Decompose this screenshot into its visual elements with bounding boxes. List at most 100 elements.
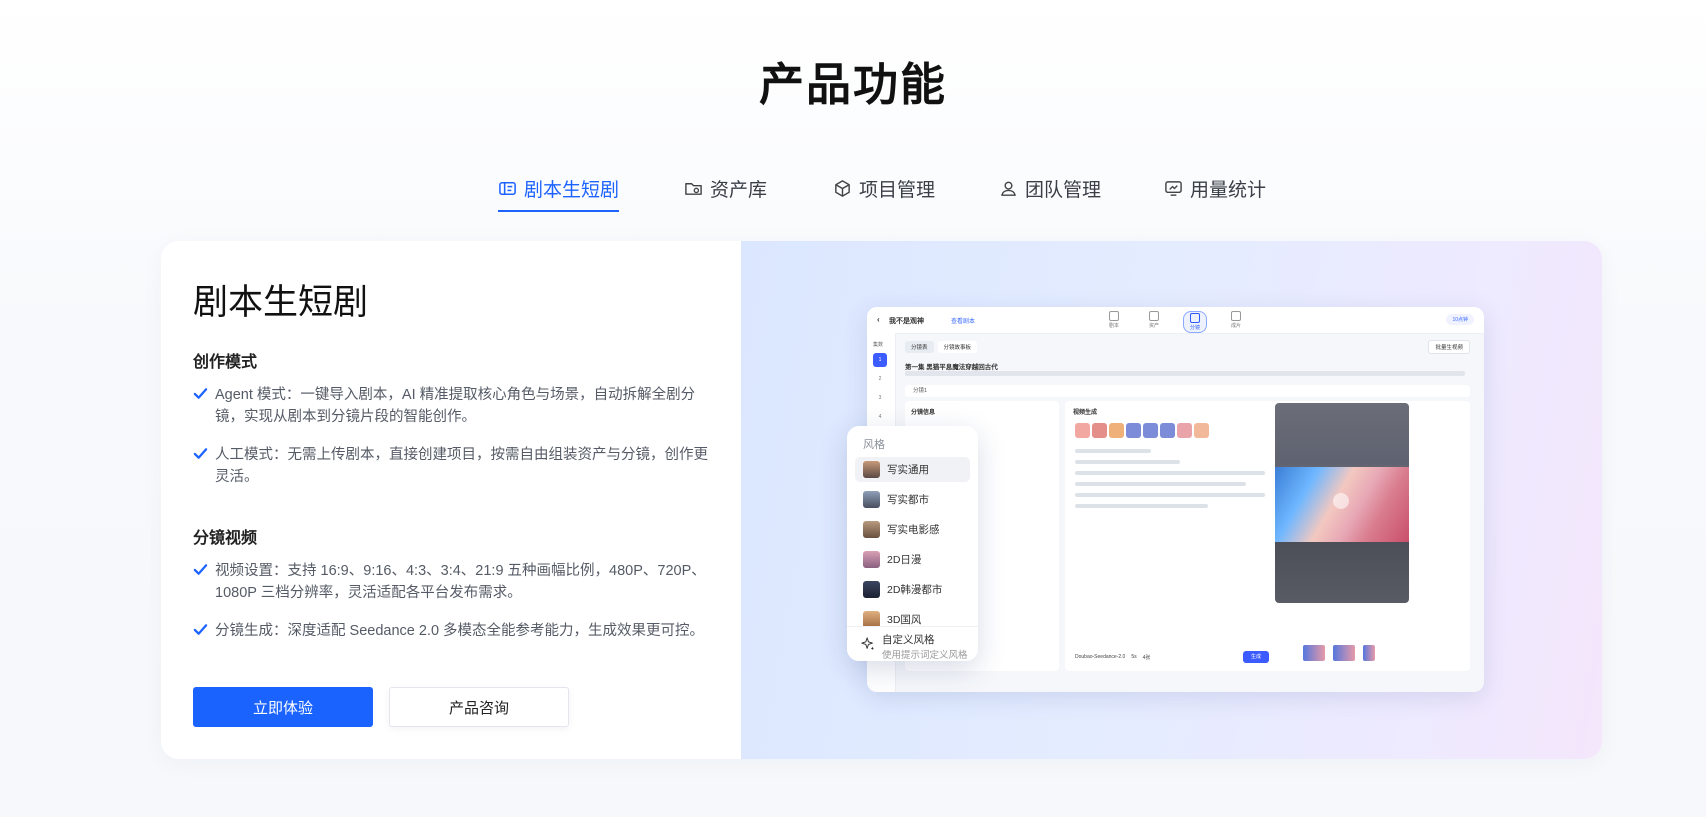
- generation-settings: Doubao-Seedance-2.0 5s 4张 生成: [1075, 651, 1275, 663]
- style-option-label: 3D国风: [887, 614, 922, 626]
- style-thumbnail: [863, 461, 880, 478]
- sub-tabs: 分镜表 分镜故事板: [905, 341, 978, 353]
- style-thumbnail: [863, 491, 880, 508]
- video-thumbnails: [1303, 645, 1375, 661]
- tab-label: 剧本生短剧: [524, 179, 620, 201]
- thumbnail: [1363, 645, 1375, 661]
- product-preview: ‹ 我不是观神 查看剧本 剧本 资产 分镜 成片 10点钟 集数 1 2 3 4…: [741, 241, 1602, 759]
- sub-tab-storyboard-board: 分镜故事板: [937, 341, 978, 353]
- feature-heading: 剧本生短剧: [193, 283, 369, 323]
- step-label: 成片: [1230, 323, 1241, 329]
- episode-item: 1: [873, 353, 887, 367]
- batch-video-button: 批量生视频: [1428, 340, 1470, 354]
- section-title-creation-mode: 创作模式: [193, 354, 258, 371]
- image-count: 4张: [1142, 654, 1151, 661]
- time-badge: 10点钟: [1446, 314, 1474, 325]
- sparkle-icon: [861, 637, 875, 651]
- app-header: ‹ 我不是观神 查看剧本 剧本 资产 分镜 成片 10点钟: [867, 307, 1484, 334]
- style-option-label: 写实通用: [887, 464, 929, 476]
- step-label: 分镜: [1189, 325, 1200, 331]
- custom-style-title: 自定义风格: [882, 634, 935, 646]
- avatar: [1194, 423, 1209, 438]
- tab-label: 资产库: [710, 179, 768, 201]
- tab-asset-library[interactable]: 资产库: [684, 168, 767, 208]
- feature-item: 视频设置：支持 16:9、9:16、4:3、3:4、21:9 五种画幅比例，48…: [193, 560, 713, 604]
- feature-tabs: 剧本生短剧 资产库 项目管理 团队管理 用量统计: [0, 168, 1706, 212]
- project-name: 我不是观神: [889, 318, 924, 325]
- step-icon: [1190, 313, 1200, 323]
- feature-item: Agent 模式：一键导入剧本，AI 精准提取核心角色与场景，自动拆解全剧分镜，…: [193, 384, 713, 428]
- tab-label: 用量统计: [1190, 179, 1267, 201]
- user-icon: [1001, 181, 1016, 196]
- custom-style-hint: 使用提示词定义风格: [882, 650, 968, 661]
- tab-label: 团队管理: [1025, 179, 1102, 201]
- panel-title: 视频生成: [1073, 410, 1098, 416]
- feature-card: 剧本生短剧 创作模式 Agent 模式：一键导入剧本，AI 精准提取核心角色与场…: [161, 241, 1602, 759]
- custom-style-option: 自定义风格 使用提示词定义风格: [847, 626, 978, 661]
- feature-item-text: Agent 模式：一键导入剧本，AI 精准提取核心角色与场景，自动拆解全剧分镜，…: [215, 387, 696, 425]
- episode-description: [905, 371, 1465, 376]
- step-script: 剧本: [1103, 311, 1125, 333]
- feature-description: 剧本生短剧 创作模式 Agent 模式：一键导入剧本，AI 精准提取核心角色与场…: [161, 241, 741, 759]
- avatar: [1126, 423, 1141, 438]
- app-workspace: 分镜表 分镜故事板 批量生视频 第一集 黑猫平息魔法穿越回古代 分镜1 分镜信息…: [895, 333, 1484, 692]
- episode-item: 2: [878, 376, 882, 382]
- shot-bar: 分镜1: [905, 385, 1470, 397]
- back-arrow-icon: ‹: [877, 315, 880, 324]
- section-title-storyboard-video: 分镜视频: [193, 530, 258, 547]
- step-label: 资产: [1148, 323, 1159, 329]
- episode-item: 4: [878, 414, 882, 420]
- style-option-label: 2D韩漫都市: [887, 584, 943, 596]
- episode-label: 集数: [873, 342, 884, 348]
- prompt-text: [1075, 449, 1265, 515]
- episode-title: 第一集 黑猫平息魔法穿越回古代: [905, 364, 998, 371]
- tab-project-management[interactable]: 项目管理: [833, 168, 935, 208]
- style-option-label: 写实电影感: [887, 524, 940, 536]
- style-thumbnail: [863, 551, 880, 568]
- step-icon: [1109, 311, 1119, 321]
- duration: 5s: [1131, 654, 1137, 660]
- avatar: [1160, 423, 1175, 438]
- tab-label: 项目管理: [859, 179, 936, 201]
- tab-team-management[interactable]: 团队管理: [999, 168, 1101, 208]
- avatar: [1092, 423, 1107, 438]
- thumbnail: [1303, 645, 1325, 661]
- check-icon: [193, 624, 208, 635]
- style-option: 2D日漫: [855, 547, 970, 572]
- style-option: 写实通用: [855, 457, 970, 482]
- play-icon: [1333, 493, 1349, 509]
- style-option: 写实电影感: [855, 517, 970, 542]
- view-script-tag: 查看剧本: [951, 319, 976, 325]
- tab-script-drama[interactable]: 剧本生短剧: [498, 168, 620, 212]
- thumbnail: [1333, 645, 1355, 661]
- video-generation-panel: 视频生成 Doubao-Seedance-2.0 5s 4张 生成: [1065, 401, 1470, 671]
- check-icon: [193, 564, 208, 575]
- reference-avatars: [1075, 423, 1209, 438]
- feature-item-text: 人工模式：无需上传剧本，直接创建项目，按需自由组装资产与分镜，创作更灵活。: [215, 447, 708, 485]
- page-title: 产品功能: [758, 58, 947, 111]
- avatar: [1143, 423, 1158, 438]
- feature-item-text: 视频设置：支持 16:9、9:16、4:3、3:4、21:9 五种画幅比例，48…: [215, 563, 706, 601]
- panel-title: 分镜信息: [911, 410, 936, 416]
- feature-item: 人工模式：无需上传剧本，直接创建项目，按需自由组装资产与分镜，创作更灵活。: [193, 444, 713, 488]
- generate-button: 生成: [1243, 651, 1269, 663]
- try-now-button[interactable]: 立即体验: [193, 687, 373, 727]
- style-option: 2D韩漫都市: [855, 577, 970, 602]
- style-dropdown: 风格 写实通用 写实都市 写实电影感 2D日漫 2D韩漫都市 3D国风 自定义风…: [847, 426, 978, 661]
- video-preview: [1275, 403, 1409, 603]
- step-storyboard: 分镜: [1183, 311, 1207, 333]
- check-icon: [193, 388, 208, 399]
- script-icon: [499, 181, 516, 195]
- check-icon: [193, 448, 208, 459]
- step-label: 剧本: [1108, 323, 1119, 329]
- style-thumbnail: [863, 581, 880, 598]
- avatar: [1109, 423, 1124, 438]
- product-consult-button[interactable]: 产品咨询: [389, 687, 569, 727]
- cube-icon: [835, 179, 850, 197]
- style-option-label: 2D日漫: [887, 554, 922, 566]
- avatar: [1177, 423, 1192, 438]
- step-assets: 资产: [1143, 311, 1165, 333]
- step-final: 成片: [1225, 311, 1247, 333]
- style-option-label: 写实都市: [887, 494, 929, 506]
- tab-usage-statistics[interactable]: 用量统计: [1164, 168, 1266, 208]
